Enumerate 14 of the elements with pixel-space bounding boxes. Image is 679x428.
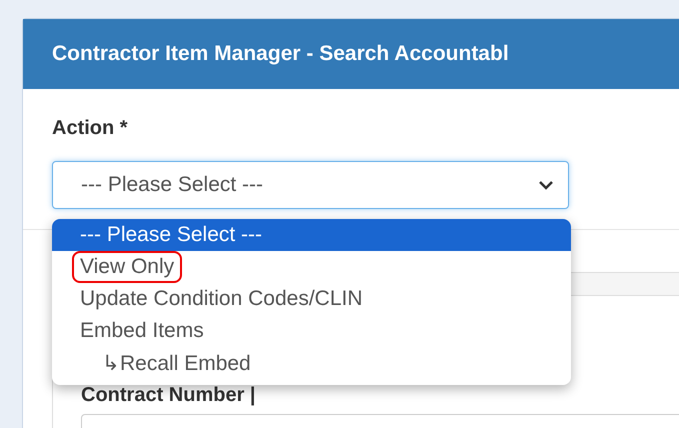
option-text: Update Condition Codes/CLIN	[80, 287, 362, 311]
dropdown-option[interactable]: ↳Recall Embed	[52, 347, 571, 379]
dropdown-option[interactable]: View Only	[52, 251, 571, 283]
dropdown-option[interactable]: Update Condition Codes/CLIN	[52, 283, 571, 315]
dropdown-option[interactable]: --- Please Select ---	[52, 219, 571, 251]
option-text: ↳Recall Embed	[102, 350, 251, 376]
contract-number-label: Contract Number |	[81, 384, 257, 406]
option-text: Embed Items	[80, 319, 204, 343]
panel-title: Contractor Item Manager - Search Accountabl	[52, 42, 509, 66]
action-select[interactable]: --- Please Select ---	[52, 161, 569, 209]
option-text: --- Please Select ---	[80, 223, 262, 247]
action-label: Action *	[52, 117, 129, 141]
chevron-down-icon	[538, 180, 554, 190]
dropdown-option[interactable]: Embed Items	[52, 315, 571, 347]
